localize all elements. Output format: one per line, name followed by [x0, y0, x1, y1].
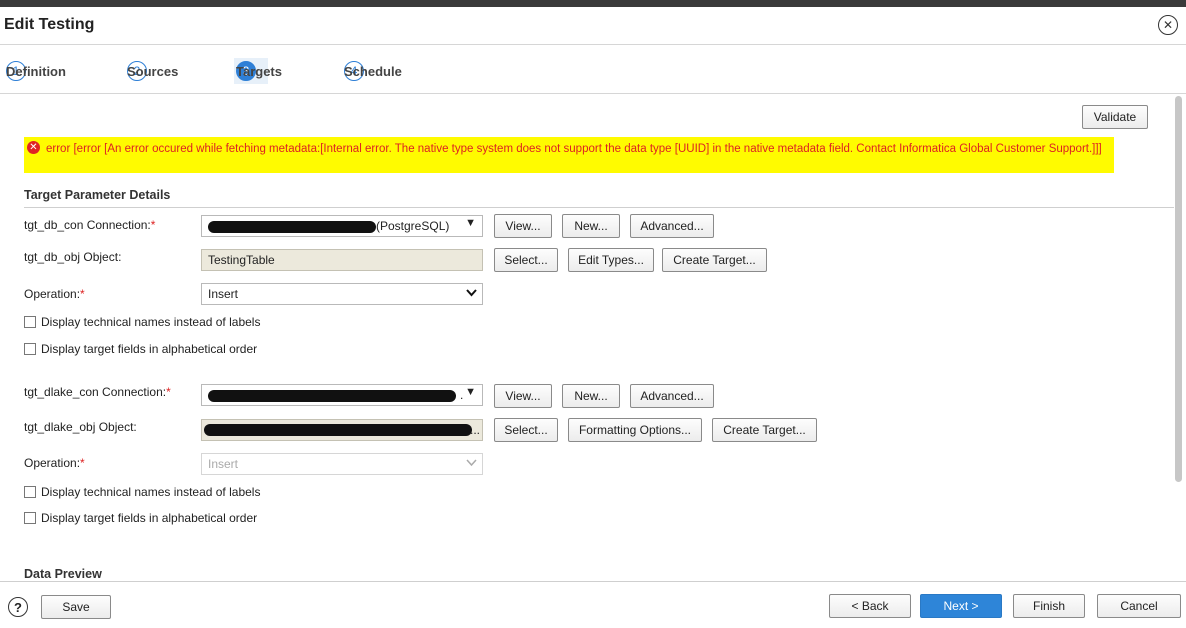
- dropdown-arrow-icon: ▼: [465, 386, 476, 398]
- dialog-title: Edit Testing: [4, 16, 95, 33]
- step-label: Schedule: [344, 63, 402, 79]
- step-definition[interactable]: 1 Definition: [4, 58, 66, 84]
- operation-select[interactable]: Insert: [201, 283, 483, 305]
- validate-button[interactable]: Validate: [1082, 105, 1148, 129]
- checkbox[interactable]: [24, 343, 36, 355]
- step-label: Sources: [127, 63, 179, 79]
- dlake-con-label: tgt_dlake_con Connection:*: [24, 385, 171, 399]
- redacted-value: [208, 390, 456, 402]
- db-con-advanced-button[interactable]: Advanced...: [630, 214, 714, 238]
- chevron-down-icon: [466, 459, 477, 469]
- operation-select-disabled: Insert: [201, 453, 483, 475]
- checkbox[interactable]: [24, 512, 36, 524]
- dlake-con-new-button[interactable]: New...: [562, 384, 620, 408]
- dlake-obj-select-button[interactable]: Select...: [494, 418, 558, 442]
- db-obj-label: tgt_db_obj Object:: [24, 250, 122, 264]
- edit-types-button[interactable]: Edit Types...: [568, 248, 654, 272]
- close-icon[interactable]: ✕: [1158, 15, 1178, 35]
- step-targets[interactable]: 3 Targets: [234, 58, 282, 84]
- dlake-create-target-button[interactable]: Create Target...: [712, 418, 817, 442]
- dlake-connection-select[interactable]: . ▼: [201, 384, 483, 406]
- connection-type-text: (PostgreSQL): [376, 219, 450, 233]
- dlake-obj-label: tgt_dlake_obj Object:: [24, 420, 137, 434]
- db-con-new-button[interactable]: New...: [562, 214, 620, 238]
- step-label: Targets: [236, 63, 282, 79]
- step-label: Definition: [6, 63, 66, 79]
- step-sources[interactable]: 2 Sources: [125, 58, 178, 84]
- redacted-value: [208, 221, 376, 233]
- chevron-down-icon: [466, 289, 477, 299]
- checkbox[interactable]: [24, 316, 36, 328]
- step-schedule[interactable]: 4 Schedule: [342, 58, 402, 84]
- dropdown-arrow-icon: ▼: [465, 217, 476, 229]
- dialog-footer: ? Save < Back Next > Finish Cancel: [0, 581, 1186, 628]
- operation-label: Operation:*: [24, 456, 85, 470]
- operation-label: Operation:*: [24, 287, 85, 301]
- error-message: error [error [An error occured while fet…: [46, 143, 1102, 155]
- dlake-con-advanced-button[interactable]: Advanced...: [630, 384, 714, 408]
- back-button[interactable]: < Back: [829, 594, 911, 618]
- redacted-value: [204, 424, 472, 436]
- db-connection-select[interactable]: (PostgreSQL) ▼: [201, 215, 483, 237]
- section-title-target-params: Target Parameter Details: [24, 188, 171, 202]
- alphabetical-order-checkbox-row[interactable]: Display target fields in alphabetical or…: [24, 511, 257, 525]
- db-obj-select-button[interactable]: Select...: [494, 248, 558, 272]
- technical-names-checkbox-row[interactable]: Display technical names instead of label…: [24, 485, 260, 499]
- save-button[interactable]: Save: [41, 595, 111, 619]
- divider: [24, 207, 1174, 208]
- finish-button[interactable]: Finish: [1013, 594, 1085, 618]
- checkbox[interactable]: [24, 486, 36, 498]
- error-icon: ✕: [27, 141, 40, 154]
- db-object-field[interactable]: TestingTable: [201, 249, 483, 271]
- dlake-object-field[interactable]: ...: [201, 419, 483, 441]
- wizard-steps: 1 Definition 2 Sources 3 Targets 4 Sched…: [0, 46, 1186, 94]
- dlake-con-view-button[interactable]: View...: [494, 384, 552, 408]
- help-icon[interactable]: ?: [8, 597, 28, 617]
- cancel-button[interactable]: Cancel: [1097, 594, 1181, 618]
- dialog-titlebar: Edit Testing ✕: [0, 7, 1186, 45]
- db-create-target-button[interactable]: Create Target...: [662, 248, 767, 272]
- db-con-label: tgt_db_con Connection:*: [24, 218, 156, 232]
- section-title-data-preview: Data Preview: [24, 567, 102, 581]
- top-window-bar: [0, 0, 1186, 7]
- next-button[interactable]: Next >: [920, 594, 1002, 618]
- formatting-options-button[interactable]: Formatting Options...: [568, 418, 702, 442]
- alphabetical-order-checkbox-row[interactable]: Display target fields in alphabetical or…: [24, 342, 257, 356]
- vertical-scrollbar[interactable]: [1175, 96, 1182, 482]
- db-con-view-button[interactable]: View...: [494, 214, 552, 238]
- technical-names-checkbox-row[interactable]: Display technical names instead of label…: [24, 315, 260, 329]
